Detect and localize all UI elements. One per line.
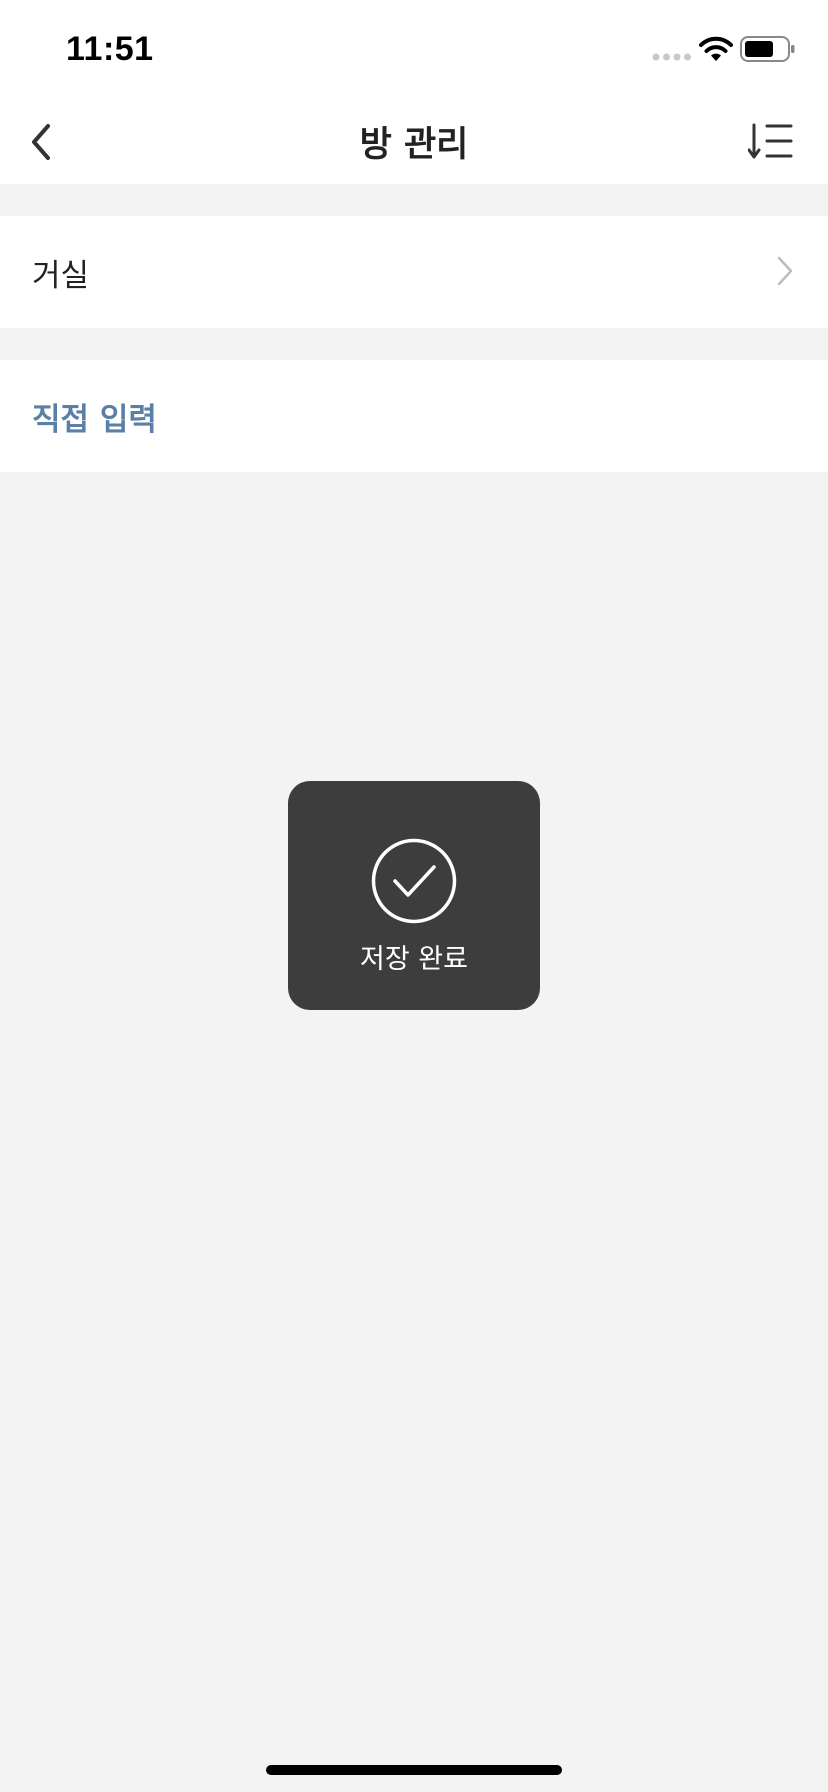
room-item-label: 거실 <box>32 258 90 294</box>
wifi-icon <box>699 36 733 61</box>
room-item-living-room[interactable]: 거실 <box>0 216 828 328</box>
page-title: 방 관리 <box>359 125 469 165</box>
home-indicator[interactable] <box>266 1765 562 1775</box>
toast-message: 저장 완료 <box>360 944 468 975</box>
status-bar: 11:51 <box>0 0 828 96</box>
direct-input-label: 직접 입력 <box>32 402 157 438</box>
battery-icon <box>740 36 795 62</box>
status-time: 11:51 <box>66 30 154 68</box>
check-circle-icon <box>371 838 457 924</box>
save-complete-toast: 저장 완료 <box>288 781 540 1010</box>
navigation-bar: 방 관리 <box>0 96 828 184</box>
signal-dots-icon <box>652 53 691 61</box>
direct-input-button[interactable]: 직접 입력 <box>0 360 828 472</box>
sort-list-icon <box>748 123 793 159</box>
sort-button[interactable] <box>742 108 806 172</box>
chevron-right-icon <box>777 256 793 286</box>
